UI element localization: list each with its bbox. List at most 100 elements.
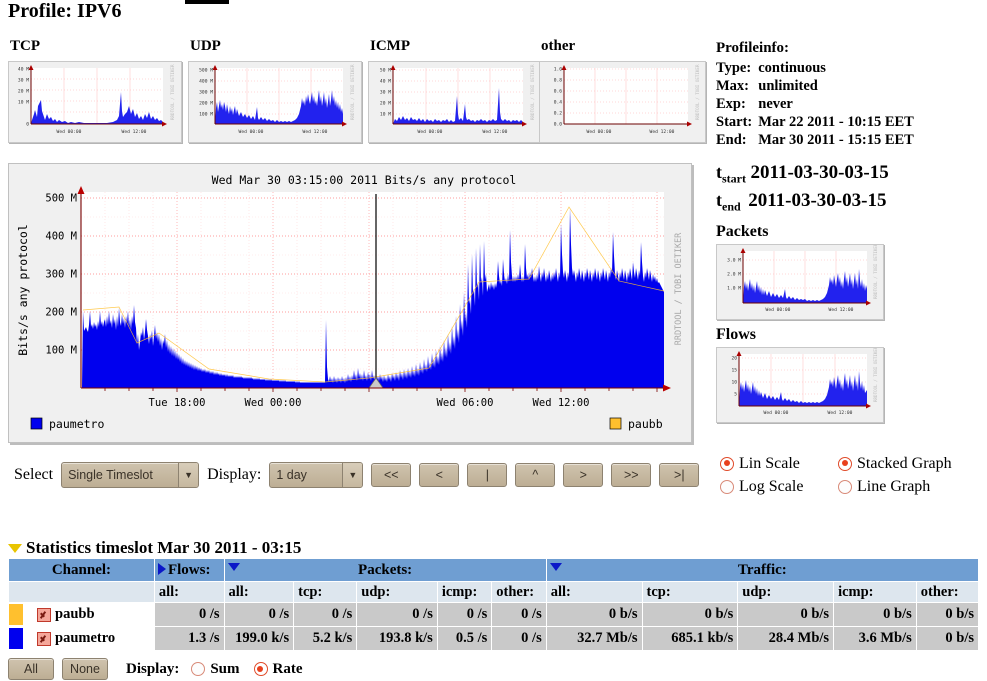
radio-rate-indicator[interactable]	[253, 662, 268, 676]
profileinfo-row-type: Type: continuous	[716, 60, 914, 78]
svg-text:0.4: 0.4	[554, 100, 563, 106]
subheader-traffic-udp: udp:	[737, 581, 835, 603]
protocol-thumbnails: TCP 40 M 30 M 20 M 10 M 0 Wed 00:00 Wed …	[8, 38, 708, 160]
header-packets[interactable]: Packets:	[223, 558, 547, 582]
t-end-sub: end	[722, 199, 741, 214]
protocol-icmp-label: ICMP	[370, 38, 410, 54]
statistics-heading[interactable]: Statistics timeslot Mar 30 2011 - 03:15	[8, 538, 301, 558]
packets-sparkline: 3.0 M 2.0 M 1.0 M Wed 00:00 Wed 12:00 RRDTO…	[717, 245, 883, 320]
display-range-select[interactable]: 1 day ▼	[269, 462, 364, 488]
svg-text:RRDTOOL / TOBI OETIKER: RRDTOOL / TOBI OETIKER	[170, 64, 175, 120]
protocol-tcp-thumbnail[interactable]: 40 M 30 M 20 M 10 M 0 Wed 00:00 Wed 12:00 RR…	[8, 61, 182, 143]
nav-prev-button[interactable]: <	[419, 463, 460, 487]
radio-stacked-graph-indicator[interactable]	[838, 456, 852, 471]
cell-traffic-udp: 28.4 Mb/s	[737, 626, 835, 651]
radio-sum-indicator[interactable]	[191, 662, 206, 676]
cell-flows-all: 0 /s	[153, 602, 225, 627]
svg-text:0.0: 0.0	[554, 122, 563, 128]
svg-text:Wed 12:00: Wed 12:00	[533, 397, 590, 409]
radio-sum[interactable]: Sum	[191, 661, 240, 678]
nav-last-button[interactable]: >|	[659, 463, 700, 487]
channel-cell-paubb[interactable]: paubb	[8, 602, 155, 627]
table-row[interactable]: paumetro 1.3 /s 199.0 k/s 5.2 k/s 193.8 …	[8, 626, 980, 651]
triangle-down-icon[interactable]	[549, 563, 562, 571]
profileinfo-value-type: continuous	[758, 60, 826, 76]
legend-swatch-paubb	[609, 417, 622, 430]
radio-line-graph[interactable]: Line Graph	[838, 475, 930, 498]
header-traffic[interactable]: Traffic:	[545, 558, 980, 582]
flows-heading: Flows	[716, 326, 756, 344]
nav-center-button[interactable]: |	[467, 463, 508, 487]
svg-text:30 M: 30 M	[380, 90, 391, 96]
protocol-other-label: other	[541, 38, 576, 54]
protocol-other[interactable]: other 1.0 0.8 0.6 0.4 0.2 0.0 Wed 00:00 …	[539, 38, 706, 143]
radio-line-graph-indicator[interactable]	[838, 479, 852, 494]
svg-text:40 M: 40 M	[380, 79, 391, 85]
protocol-tcp[interactable]: TCP 40 M 30 M 20 M 10 M 0 Wed 00:00 Wed …	[8, 38, 182, 143]
cell-traffic-tcp: 0 b/s	[641, 602, 739, 627]
flows-thumbnail[interactable]: 20 15 10 5 Wed 00:00 Wed 12:00 RRDTOOL / TO…	[716, 347, 884, 424]
channel-checkbox[interactable]	[37, 607, 51, 622]
select-all-button[interactable]: All	[8, 658, 54, 680]
main-graph-watermark: RRDTOOL / TOBI OETIKER	[674, 232, 684, 345]
radio-log-scale[interactable]: Log Scale	[720, 475, 832, 498]
protocol-icmp-thumbnail[interactable]: 50 M 40 M 30 M 20 M 10 M Wed 00:00 Wed 12:00…	[368, 61, 542, 143]
svg-text:20: 20	[731, 356, 737, 362]
udp-sparkline: 500 M 400 M 300 M 200 M 100 M Wed 00:00 Wed …	[189, 62, 361, 142]
profileinfo-key-end: End:	[716, 132, 747, 148]
svg-text:Wed 00:00: Wed 00:00	[239, 129, 264, 135]
protocol-icmp[interactable]: ICMP 50 M 40 M 30 M 20 M 10 M Wed 00:00 …	[368, 38, 542, 143]
nav-first-button[interactable]: <<	[371, 463, 412, 487]
svg-text:2.0 M: 2.0 M	[727, 272, 741, 278]
select-none-button[interactable]: None	[62, 658, 108, 680]
cell-packets-tcp: 5.2 k/s	[293, 626, 358, 651]
triangle-down-icon[interactable]	[227, 563, 240, 571]
timeslot-select[interactable]: Single Timeslot ▼	[61, 462, 200, 488]
svg-text:50 M: 50 M	[380, 68, 391, 74]
subheader-packets-udp: udp:	[356, 581, 438, 603]
protocol-udp-thumbnail[interactable]: 500 M 400 M 300 M 200 M 100 M Wed 00:00 Wed …	[188, 61, 362, 143]
statistics-heading-text: Statistics timeslot Mar 30 2011 - 03:15	[26, 538, 302, 557]
nav-next-button[interactable]: >	[563, 463, 604, 487]
svg-text:100 M: 100 M	[45, 345, 77, 357]
channel-checkbox[interactable]	[37, 631, 51, 646]
top-cut-element	[185, 0, 229, 4]
main-graph-canvas[interactable]: 500 M 400 M 300 M 200 M 100 M Tue 18:00 …	[9, 164, 691, 442]
triangle-right-icon[interactable]	[157, 563, 166, 575]
packets-heading: Packets	[716, 223, 769, 241]
svg-text:RRDTOOL / TOBI OETIKER: RRDTOOL / TOBI OETIKER	[695, 64, 700, 120]
protocol-other-thumbnail[interactable]: 1.0 0.8 0.6 0.4 0.2 0.0 Wed 00:00 Wed 12:00 …	[539, 61, 706, 143]
radio-lin-scale[interactable]: Lin Scale	[720, 452, 832, 475]
triangle-down-icon[interactable]	[8, 543, 22, 553]
header-channel[interactable]: Channel:	[8, 558, 155, 582]
scale-options: Lin Scale Stacked Graph Log Scale Line G…	[720, 452, 952, 498]
main-graph[interactable]: 500 M 400 M 300 M 200 M 100 M Tue 18:00 …	[8, 163, 692, 443]
svg-text:500 M: 500 M	[199, 68, 213, 74]
channel-cell-paumetro[interactable]: paumetro	[8, 626, 155, 651]
protocol-udp[interactable]: UDP 500 M 400 M 300 M 200 M 100 M Wed 00…	[188, 38, 362, 143]
statistics-group-header-row: Channel: Flows: Packets: Traffic:	[8, 558, 980, 582]
radio-stacked-graph[interactable]: Stacked Graph	[838, 452, 952, 475]
t-start-sub: start	[722, 171, 746, 186]
legend-label-paumetro: paumetro	[49, 417, 104, 431]
svg-text:10: 10	[731, 380, 737, 386]
t-end-value: 2011-03-30-03-15	[748, 189, 887, 211]
profileinfo-row-end: End: Mar 30 2011 - 15:15 EET	[716, 132, 914, 150]
profileinfo-row-start: Start: Mar 22 2011 - 10:15 EET	[716, 114, 914, 132]
scale-options-row-2: Log Scale Line Graph	[720, 475, 952, 498]
radio-rate[interactable]: Rate	[253, 661, 303, 678]
radio-lin-scale-indicator[interactable]	[720, 456, 734, 471]
legend-label-paubb: paubb	[628, 417, 663, 431]
profileinfo-value-start: Mar 22 2011 - 10:15 EET	[758, 114, 914, 130]
t-start-line: tstart 2011-03-30-03-15	[716, 162, 984, 190]
header-flows[interactable]: Flows:	[153, 558, 225, 582]
svg-text:20 M: 20 M	[380, 101, 391, 107]
packets-thumbnail[interactable]: 3.0 M 2.0 M 1.0 M Wed 00:00 Wed 12:00 RRDTO…	[716, 244, 884, 321]
cell-packets-udp: 0 /s	[356, 602, 438, 627]
nav-up-button[interactable]: ^	[515, 463, 556, 487]
nav-forward-button[interactable]: >>	[611, 463, 652, 487]
radio-log-scale-indicator[interactable]	[720, 479, 734, 494]
display-label: Display:	[207, 466, 262, 483]
profileinfo-row-max: Max: unlimited	[716, 78, 914, 96]
table-row[interactable]: paubb 0 /s 0 /s 0 /s 0 /s 0 /s 0 /s 0 b/…	[8, 602, 980, 627]
